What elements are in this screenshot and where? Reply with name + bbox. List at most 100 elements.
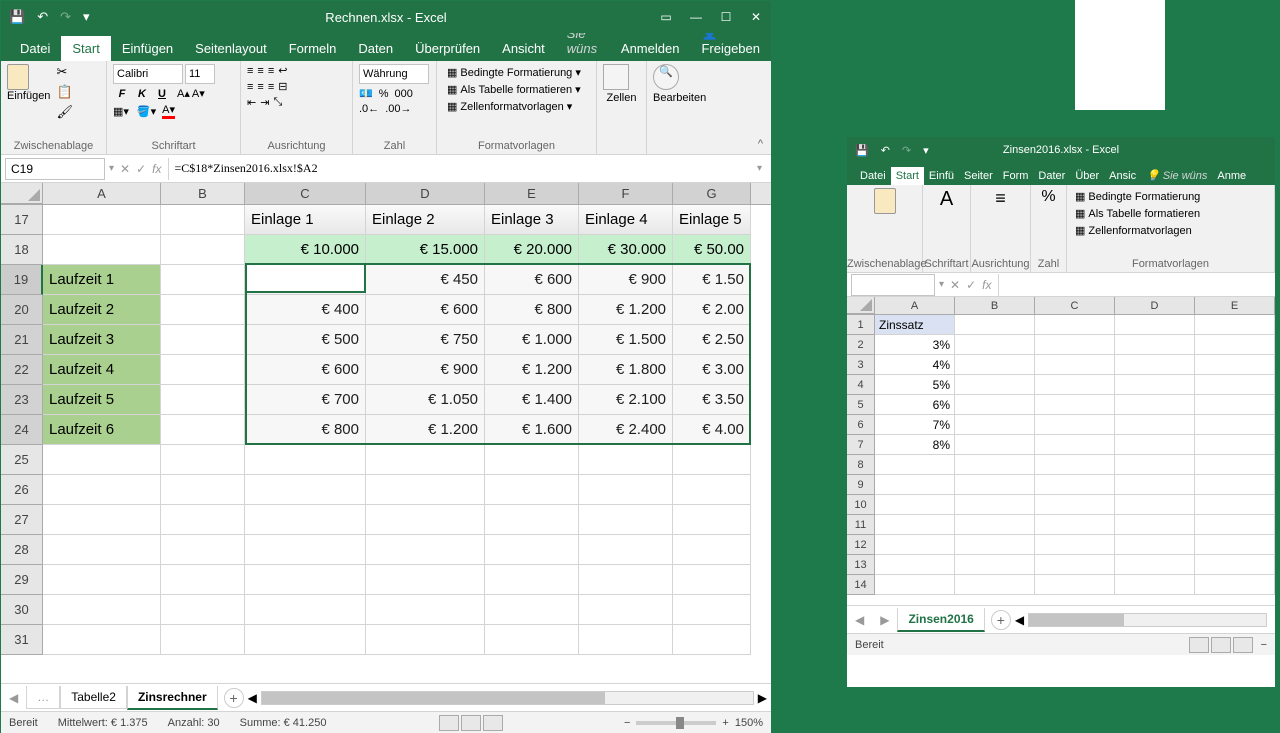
- cell-2-D12[interactable]: [1115, 535, 1195, 555]
- sheet-tab-more[interactable]: …: [26, 686, 60, 709]
- cell-styles-button-2[interactable]: ▦ Zellenformatvorlagen: [1071, 222, 1270, 239]
- cell-D17[interactable]: Einlage 2: [366, 205, 485, 235]
- cell-D21[interactable]: € 750: [366, 325, 485, 355]
- cell-D19[interactable]: € 450: [366, 265, 485, 295]
- cell-2-E6[interactable]: [1195, 415, 1275, 435]
- cell-2-C5[interactable]: [1035, 395, 1115, 415]
- cell-2-C4[interactable]: [1035, 375, 1115, 395]
- cell-2-B2[interactable]: [955, 335, 1035, 355]
- merge-icon[interactable]: ⊟: [278, 80, 287, 93]
- sheet-nav-next-icon-2[interactable]: ▶: [872, 613, 897, 627]
- expand-formula-bar-icon[interactable]: ▾: [757, 163, 771, 174]
- tab-start-2[interactable]: Start: [891, 167, 924, 185]
- cell-F27[interactable]: [579, 505, 673, 535]
- cell-2-C6[interactable]: [1035, 415, 1115, 435]
- col-header-b[interactable]: B: [161, 183, 245, 204]
- cell-2-D13[interactable]: [1115, 555, 1195, 575]
- cell-D29[interactable]: [366, 565, 485, 595]
- cell-2-E14[interactable]: [1195, 575, 1275, 595]
- add-sheet-button[interactable]: +: [224, 688, 244, 708]
- font-grow-icon[interactable]: A▴: [177, 87, 190, 100]
- cell-styles-button[interactable]: ▦ Zellenformatvorlagen ▾: [443, 98, 590, 115]
- cell-C22[interactable]: € 600: [245, 355, 366, 385]
- cell-G22[interactable]: € 3.00: [673, 355, 751, 385]
- cell-G31[interactable]: [673, 625, 751, 655]
- bold-button[interactable]: F: [113, 88, 131, 100]
- cell-C28[interactable]: [245, 535, 366, 565]
- conditional-formatting-button[interactable]: ▦ Bedingte Formatierung ▾: [443, 64, 590, 81]
- cell-2-C12[interactable]: [1035, 535, 1115, 555]
- cell-D23[interactable]: € 1.050: [366, 385, 485, 415]
- increase-decimal-icon[interactable]: .0←: [359, 103, 379, 115]
- cell-B22[interactable]: [161, 355, 245, 385]
- row-header-2-6[interactable]: 6: [847, 415, 875, 435]
- cell-2-C11[interactable]: [1035, 515, 1115, 535]
- cell-C29[interactable]: [245, 565, 366, 595]
- cell-2-E2[interactable]: [1195, 335, 1275, 355]
- cell-A29[interactable]: [43, 565, 161, 595]
- undo-icon-2[interactable]: ↶: [881, 144, 890, 157]
- cell-2-A3[interactable]: 4%: [875, 355, 955, 375]
- cell-F19[interactable]: € 900: [579, 265, 673, 295]
- percent-icon-2[interactable]: %: [1035, 188, 1062, 206]
- cell-E20[interactable]: € 800: [485, 295, 579, 325]
- cell-C18[interactable]: € 10.000: [245, 235, 366, 265]
- row-header-2-14[interactable]: 14: [847, 575, 875, 595]
- cell-B26[interactable]: [161, 475, 245, 505]
- paste-button[interactable]: Einfügen: [7, 90, 50, 102]
- row-header-28[interactable]: 28: [1, 535, 43, 565]
- zoom-slider[interactable]: [636, 721, 716, 725]
- cell-A22[interactable]: Laufzeit 4: [43, 355, 161, 385]
- cell-2-B3[interactable]: [955, 355, 1035, 375]
- cell-2-D5[interactable]: [1115, 395, 1195, 415]
- wrap-text-icon[interactable]: ↩: [278, 64, 287, 77]
- cell-2-A5[interactable]: 6%: [875, 395, 955, 415]
- cell-2-D2[interactable]: [1115, 335, 1195, 355]
- align-right-icon[interactable]: ≡: [268, 81, 274, 93]
- border-icon[interactable]: ▦▾: [113, 105, 129, 118]
- sheet-tab-zinsrechner[interactable]: Zinsrechner: [127, 686, 218, 710]
- cell-2-D7[interactable]: [1115, 435, 1195, 455]
- cell-A25[interactable]: [43, 445, 161, 475]
- number-format-dropdown[interactable]: [359, 64, 429, 84]
- cell-A30[interactable]: [43, 595, 161, 625]
- cell-2-E11[interactable]: [1195, 515, 1275, 535]
- editing-button[interactable]: Bearbeiten: [653, 92, 701, 104]
- tellme-input-2[interactable]: Sie wüns: [1141, 166, 1212, 185]
- col-header-e-2[interactable]: E: [1195, 297, 1275, 314]
- font-icon-2[interactable]: A: [927, 188, 966, 211]
- col-header-f[interactable]: F: [579, 183, 673, 204]
- cell-2-B4[interactable]: [955, 375, 1035, 395]
- cell-2-A1[interactable]: Zinssatz: [875, 315, 955, 335]
- zoom-level[interactable]: 150%: [735, 717, 763, 729]
- row-header-30[interactable]: 30: [1, 595, 43, 625]
- tab-file-2[interactable]: Datei: [855, 167, 891, 185]
- col-header-b-2[interactable]: B: [955, 297, 1035, 314]
- row-header-2-12[interactable]: 12: [847, 535, 875, 555]
- align-bottom-icon[interactable]: ≡: [268, 65, 274, 77]
- cell-2-E8[interactable]: [1195, 455, 1275, 475]
- cut-icon[interactable]: ✂: [56, 64, 73, 80]
- col-header-d-2[interactable]: D: [1115, 297, 1195, 314]
- view-page-break-icon[interactable]: [483, 715, 503, 731]
- cell-2-E4[interactable]: [1195, 375, 1275, 395]
- indent-increase-icon[interactable]: ⇥: [260, 96, 269, 109]
- row-header-26[interactable]: 26: [1, 475, 43, 505]
- cell-C30[interactable]: [245, 595, 366, 625]
- row-header-2-9[interactable]: 9: [847, 475, 875, 495]
- cell-E23[interactable]: € 1.400: [485, 385, 579, 415]
- cell-D27[interactable]: [366, 505, 485, 535]
- row-header-2-7[interactable]: 7: [847, 435, 875, 455]
- italic-button[interactable]: K: [133, 88, 151, 100]
- cell-2-B9[interactable]: [955, 475, 1035, 495]
- row-header-2-1[interactable]: 1: [847, 315, 875, 335]
- editing-icon[interactable]: 🔍: [653, 64, 679, 90]
- select-all-cell[interactable]: [1, 183, 43, 204]
- cell-B25[interactable]: [161, 445, 245, 475]
- cell-2-C7[interactable]: [1035, 435, 1115, 455]
- align-middle-icon[interactable]: ≡: [257, 65, 263, 77]
- cell-F24[interactable]: € 2.400: [579, 415, 673, 445]
- view-normal-icon[interactable]: [439, 715, 459, 731]
- name-box[interactable]: C19: [5, 158, 105, 180]
- cell-2-E10[interactable]: [1195, 495, 1275, 515]
